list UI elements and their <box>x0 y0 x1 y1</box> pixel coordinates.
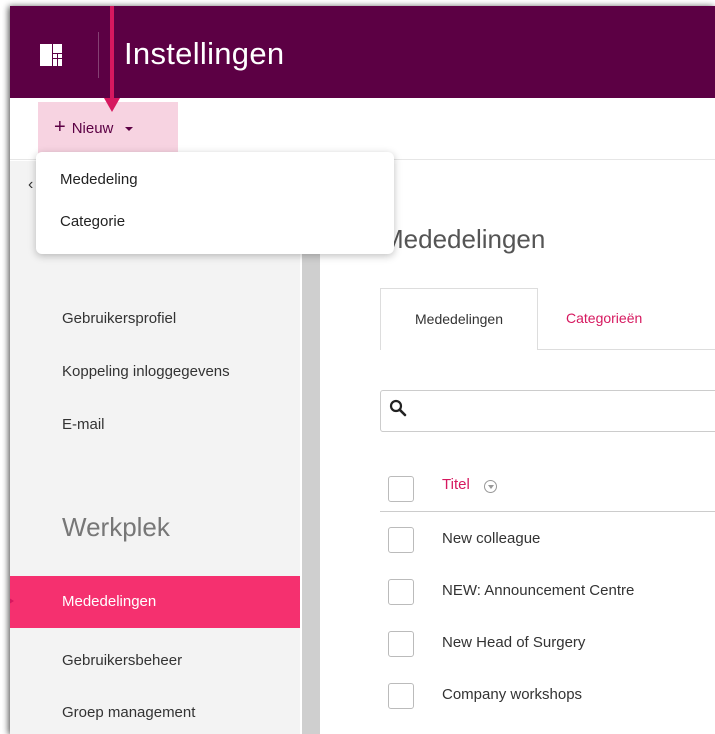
search-input[interactable] <box>380 390 715 432</box>
sidebar-item-koppeling-inloggegevens[interactable]: Koppeling inloggegevens <box>62 363 230 380</box>
row-title[interactable]: New colleague <box>442 530 540 547</box>
row-checkbox[interactable] <box>388 579 414 605</box>
tab-underline <box>538 349 715 350</box>
app-window: Instellingen + Nieuw Mededeling Categori… <box>10 6 715 734</box>
tab-categorieen[interactable]: Categorieën <box>566 288 642 348</box>
row-title[interactable]: Company workshops <box>442 686 582 703</box>
sidebar-item-groep-management[interactable]: Groep management <box>62 704 195 721</box>
main-title: Mededelingen <box>382 224 546 254</box>
top-bar-divider <box>98 32 99 78</box>
table-row[interactable]: Company workshops <box>380 670 715 722</box>
row-checkbox[interactable] <box>388 631 414 657</box>
menu-item-mededeling[interactable]: Mededeling <box>36 164 394 206</box>
tab-mededelingen[interactable]: Mededelingen <box>380 288 538 350</box>
menu-item-categorie[interactable]: Categorie <box>36 206 394 248</box>
annotation-arrow-line <box>110 6 114 102</box>
tab-bar: Mededelingen Categorieën <box>380 288 715 350</box>
row-checkbox[interactable] <box>388 527 414 553</box>
column-header-titel[interactable]: Titel <box>442 476 470 493</box>
sidebar-item-gebruikersprofiel[interactable]: Gebruikersprofiel <box>62 310 176 327</box>
sidebar-section-heading: Werkplek <box>62 512 170 542</box>
search-icon <box>389 399 407 417</box>
plus-icon: + <box>54 116 66 138</box>
table-header: Titel <box>380 468 715 512</box>
sidebar-item-email[interactable]: E-mail <box>62 416 105 433</box>
sidebar-item-mededelingen[interactable]: Mededelingen <box>10 576 300 628</box>
collapse-sidebar-icon[interactable]: ‹ <box>28 176 33 194</box>
annotation-side-arrow <box>10 596 14 606</box>
chevron-down-icon <box>125 127 134 131</box>
annotation-arrow-head <box>104 98 120 112</box>
row-title[interactable]: NEW: Announcement Centre <box>442 582 634 599</box>
new-button-label: Nieuw <box>71 119 114 137</box>
select-all-checkbox[interactable] <box>388 476 414 502</box>
table-row[interactable]: NEW: Announcement Centre <box>380 566 715 618</box>
table-row[interactable]: New colleague <box>380 514 715 566</box>
sidebar-item-gebruikersbeheer[interactable]: Gebruikersbeheer <box>62 652 182 669</box>
row-title[interactable]: New Head of Surgery <box>442 634 585 651</box>
top-bar: Instellingen <box>10 6 715 98</box>
new-dropdown-menu: Mededeling Categorie <box>36 152 394 254</box>
row-checkbox[interactable] <box>388 683 414 709</box>
app-launcher-icon[interactable] <box>40 44 62 66</box>
page-title: Instellingen <box>124 36 285 71</box>
sort-filter-icon[interactable] <box>484 480 497 493</box>
table-row[interactable]: New Head of Surgery <box>380 618 715 670</box>
